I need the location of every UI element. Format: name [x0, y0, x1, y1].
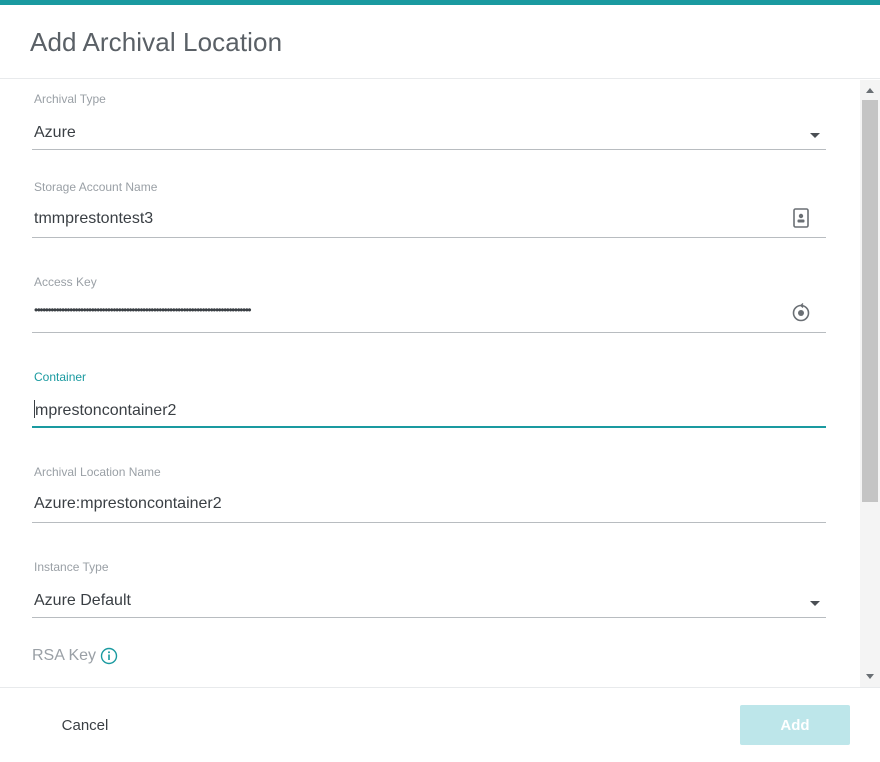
info-icon[interactable]: [100, 647, 118, 665]
dialog-footer: Cancel Add: [0, 687, 880, 762]
archival-location-name-underline: [32, 522, 826, 523]
cancel-button[interactable]: Cancel: [46, 706, 124, 744]
scroll-thumb[interactable]: [862, 100, 878, 502]
archival-type-underline: [32, 149, 826, 150]
instance-type-label: Instance Type: [34, 560, 109, 574]
dialog-body: Archival Type Azure Storage Account Name…: [0, 80, 880, 687]
storage-account-name-field: Storage Account Name tmmprestontest3: [32, 180, 826, 238]
rsa-key-section: RSA Key: [32, 647, 118, 665]
vertical-scrollbar[interactable]: [860, 80, 880, 687]
chevron-down-icon[interactable]: [810, 133, 820, 138]
archival-location-name-label: Archival Location Name: [34, 465, 161, 479]
dialog-header: Add Archival Location: [0, 5, 880, 79]
archival-location-name-input[interactable]: Azure:mprestoncontainer2: [34, 495, 222, 513]
access-key-label: Access Key: [34, 275, 97, 289]
container-label: Container: [34, 370, 87, 384]
scroll-down-arrow-icon[interactable]: [866, 674, 874, 679]
add-button[interactable]: Add: [740, 705, 850, 745]
storage-account-name-label: Storage Account Name: [34, 180, 158, 194]
archival-type-select[interactable]: Archival Type Azure: [32, 92, 826, 150]
storage-account-name-underline: [32, 237, 826, 238]
archival-type-value: Azure: [34, 124, 76, 141]
rsa-key-label: RSA Key: [32, 647, 97, 664]
access-key-underline: [32, 332, 826, 333]
access-key-input[interactable]: ••••••••••••••••••••••••••••••••••••••••…: [34, 303, 252, 317]
container-value: mprestoncontainer2: [35, 402, 177, 419]
instance-type-select[interactable]: Instance Type Azure Default: [32, 560, 826, 618]
chevron-down-icon[interactable]: [810, 601, 820, 606]
dialog-title: Add Archival Location: [30, 27, 283, 57]
archival-type-label: Archival Type: [34, 92, 106, 106]
container-input[interactable]: mprestoncontainer2: [34, 400, 176, 420]
instance-type-underline: [32, 617, 826, 618]
archival-location-name-field: Archival Location Name Azure:mprestoncon…: [32, 465, 826, 523]
container-underline: [32, 426, 826, 428]
storage-account-name-input[interactable]: tmmprestontest3: [34, 210, 153, 228]
scroll-up-arrow-icon[interactable]: [866, 88, 874, 93]
reveal-key-icon[interactable]: [790, 302, 812, 324]
contact-card-icon[interactable]: [790, 207, 812, 229]
access-key-field: Access Key •••••••••••••••••••••••••••••…: [32, 275, 826, 333]
instance-type-value: Azure Default: [34, 592, 131, 609]
container-field: Container mprestoncontainer2: [32, 370, 826, 428]
